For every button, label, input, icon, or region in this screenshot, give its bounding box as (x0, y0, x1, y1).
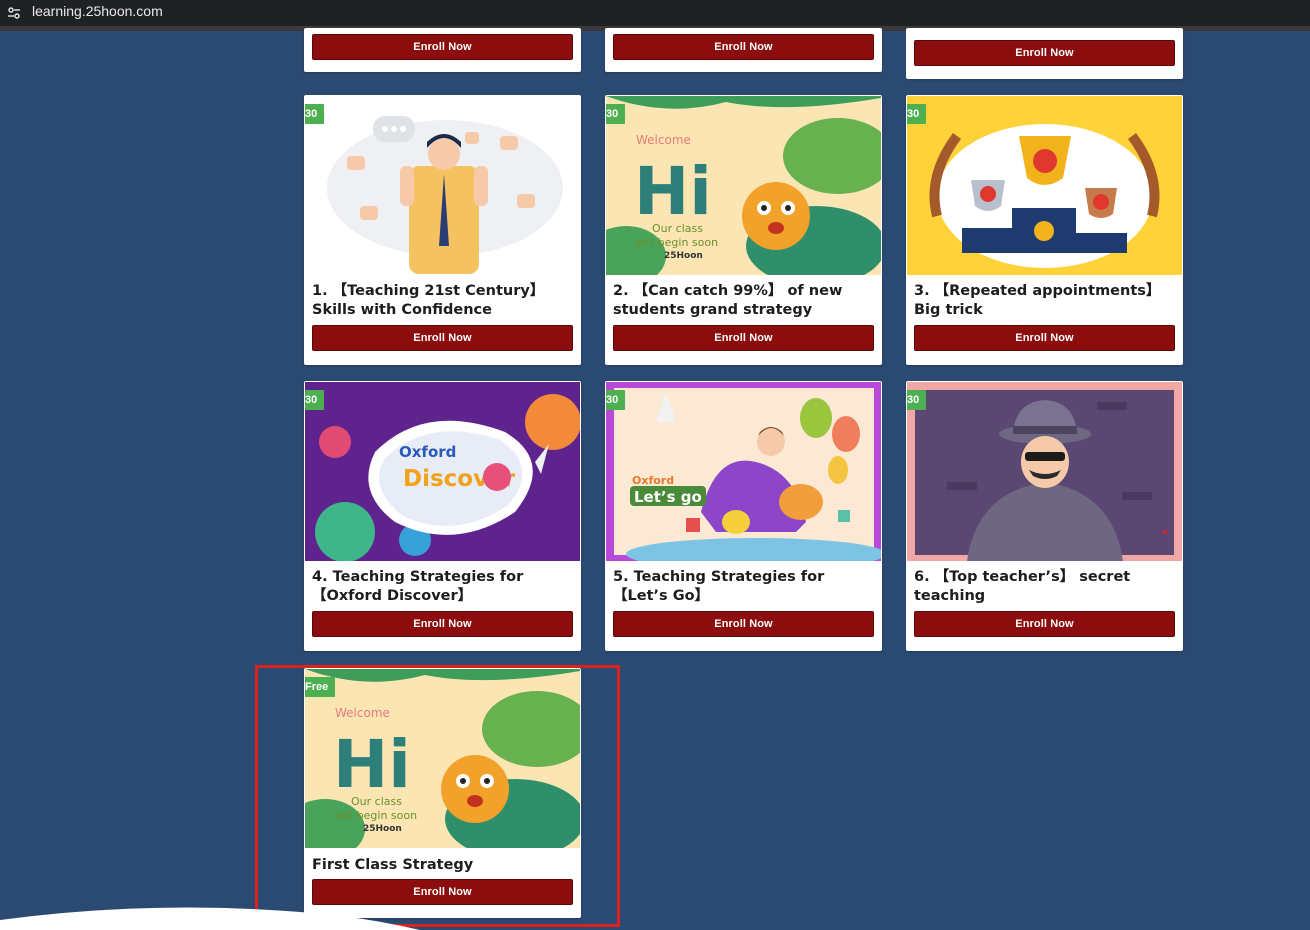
enroll-button[interactable]: Enroll Now (914, 40, 1175, 66)
course-thumbnail[interactable]: 30 (907, 382, 1182, 561)
course-thumbnail[interactable]: Welcome Hi Our class will begin soon 25H… (305, 669, 580, 848)
course-card[interactable]: Welcome Hi Our class will begin soon 25H… (304, 668, 581, 918)
thumb-lets-go-text: Let’s go (634, 488, 702, 506)
course-card[interactable]: 30 3. 【Repeated appointments】 Big trick … (906, 95, 1183, 365)
thumb-hi-text: Hi (333, 726, 411, 803)
course-badge: 30 (305, 390, 325, 410)
thumb-begin-text: will begin soon (636, 236, 718, 249)
footer-wave (0, 907, 420, 930)
course-card-partial: Enroll Now (605, 28, 882, 72)
enroll-button[interactable]: Enroll Now (312, 34, 573, 60)
course-thumbnail[interactable]: Oxford Let’s go 30 (606, 382, 881, 561)
course-card-partial: Enroll Now (906, 28, 1183, 79)
course-title[interactable]: First Class Strategy (312, 856, 574, 875)
thumb-hi-text: Hi (634, 153, 712, 230)
thumb-our-class-text: Our class (351, 795, 402, 808)
course-card[interactable]: Oxford Discover 30 4. Teaching Strategie… (304, 381, 581, 651)
course-badge: 30 (606, 390, 626, 410)
thumb-oxford-text: Oxford (632, 474, 674, 487)
enroll-button[interactable]: Enroll Now (312, 325, 573, 351)
course-badge: 30 (606, 104, 626, 124)
course-thumbnail[interactable]: Oxford Discover 30 (305, 382, 580, 561)
thumb-welcome-text: Welcome (335, 706, 390, 720)
site-settings-icon[interactable] (5, 4, 23, 22)
enroll-button[interactable]: Enroll Now (914, 611, 1175, 637)
enroll-button[interactable]: Enroll Now (613, 34, 874, 60)
course-card[interactable]: 30 6. 【Top teacher’s】 secret teaching En… (906, 381, 1183, 651)
course-title[interactable]: 6. 【Top teacher’s】 secret teaching (914, 568, 1176, 606)
enroll-button[interactable]: Enroll Now (613, 611, 874, 637)
course-badge: Free (305, 677, 336, 697)
thumb-brand-text: 25Hoon (664, 251, 703, 261)
thumb-our-class-text: Our class (652, 222, 703, 235)
course-card-partial: Enroll Now (304, 28, 581, 72)
browser-address-bar: learning.25hoon.com (0, 0, 1310, 26)
thumb-brand-text: 25Hoon (363, 824, 402, 834)
thumb-oxford-text: Oxford (399, 443, 456, 461)
url-text[interactable]: learning.25hoon.com (32, 3, 163, 19)
enroll-button[interactable]: Enroll Now (914, 325, 1175, 351)
course-thumbnail[interactable]: 30 (907, 96, 1182, 275)
course-badge: 30 (305, 104, 325, 124)
enroll-button[interactable]: Enroll Now (613, 325, 874, 351)
course-title[interactable]: 2. 【Can catch 99%】 of new students grand… (613, 282, 875, 320)
course-badge: 30 (907, 104, 927, 124)
thumb-begin-text: will begin soon (335, 809, 417, 822)
course-thumbnail[interactable]: Welcome Hi Our class will begin soon 25H… (606, 96, 881, 275)
course-thumbnail[interactable]: 30 (305, 96, 580, 275)
enroll-button[interactable]: Enroll Now (312, 611, 573, 637)
course-title[interactable]: 1. 【Teaching 21st Century】 Skills with C… (312, 282, 574, 320)
thumb-welcome-text: Welcome (636, 133, 691, 147)
course-card[interactable]: 30 1. 【Teaching 21st Century】 Skills wit… (304, 95, 581, 365)
course-badge: 30 (907, 390, 927, 410)
course-card[interactable]: Oxford Let’s go 30 5. Teaching Strategie… (605, 381, 882, 651)
course-title[interactable]: 4. Teaching Strategies for 【Oxford Disco… (312, 568, 574, 606)
course-title[interactable]: 3. 【Repeated appointments】 Big trick (914, 282, 1176, 320)
course-card[interactable]: Welcome Hi Our class will begin soon 25H… (605, 95, 882, 365)
course-title[interactable]: 5. Teaching Strategies for 【Let’s Go】 (613, 568, 875, 606)
